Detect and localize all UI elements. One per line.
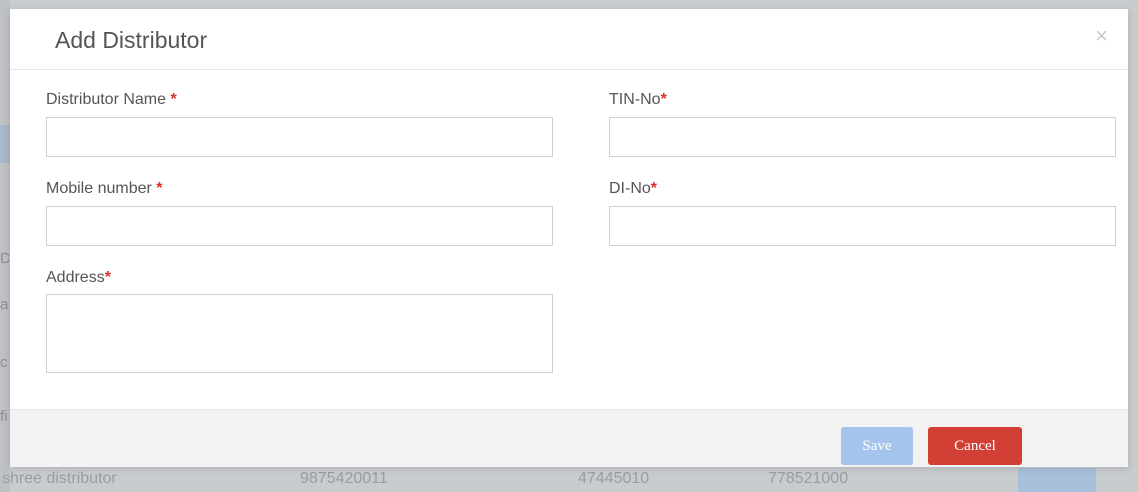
tin-no-label-text: TIN-No bbox=[609, 91, 661, 108]
required-marker: * bbox=[660, 91, 667, 108]
required-marker: * bbox=[650, 180, 658, 197]
background-text-fragment: D bbox=[0, 250, 9, 267]
required-marker: * bbox=[156, 180, 163, 197]
background-text-fragment: c bbox=[0, 354, 8, 371]
background-cell-mobile: 9875420011 bbox=[300, 470, 388, 487]
modal-title: Add Distributor bbox=[55, 27, 208, 53]
distributor-name-input[interactable] bbox=[46, 117, 553, 157]
save-button[interactable]: Save bbox=[841, 427, 913, 465]
background-cell-tin: 47445010 bbox=[578, 470, 650, 487]
background-cell-name: shree distributor bbox=[2, 470, 117, 487]
address-label-text: Address bbox=[46, 269, 105, 286]
dl-no-input[interactable] bbox=[609, 206, 1116, 246]
tin-no-label: TIN-No* bbox=[609, 91, 667, 109]
close-icon[interactable]: × bbox=[1095, 25, 1108, 47]
background-action-badge bbox=[1018, 468, 1096, 492]
mobile-number-input[interactable] bbox=[46, 206, 553, 246]
distributor-name-label: Distributor Name * bbox=[46, 91, 177, 109]
modal-header: Add Distributor × bbox=[10, 9, 1128, 70]
modal-footer: Save Cancel bbox=[10, 409, 1128, 467]
tin-no-input[interactable] bbox=[609, 117, 1116, 157]
dl-no-label: DI-No* bbox=[609, 180, 657, 198]
background-cell-dl: 778521000 bbox=[768, 470, 849, 487]
cancel-button[interactable]: Cancel bbox=[928, 427, 1022, 465]
address-textarea[interactable] bbox=[46, 294, 553, 373]
background-text-fragment: a bbox=[0, 296, 9, 313]
mobile-number-label-text: Mobile number bbox=[46, 180, 157, 197]
add-distributor-modal: Add Distributor × Distributor Name * TIN… bbox=[10, 9, 1128, 467]
dl-no-label-text: DI-No bbox=[609, 180, 651, 197]
distributor-name-label-text: Distributor Name bbox=[46, 91, 171, 108]
background-accent-strip bbox=[0, 125, 10, 163]
background-table-row: shree distributor 9875420011 47445010 77… bbox=[0, 466, 1138, 492]
address-label: Address* bbox=[46, 269, 111, 287]
mobile-number-label: Mobile number * bbox=[46, 180, 163, 198]
background-text-fragment: fi bbox=[0, 408, 8, 425]
required-marker: * bbox=[170, 91, 177, 108]
required-marker: * bbox=[104, 269, 111, 286]
